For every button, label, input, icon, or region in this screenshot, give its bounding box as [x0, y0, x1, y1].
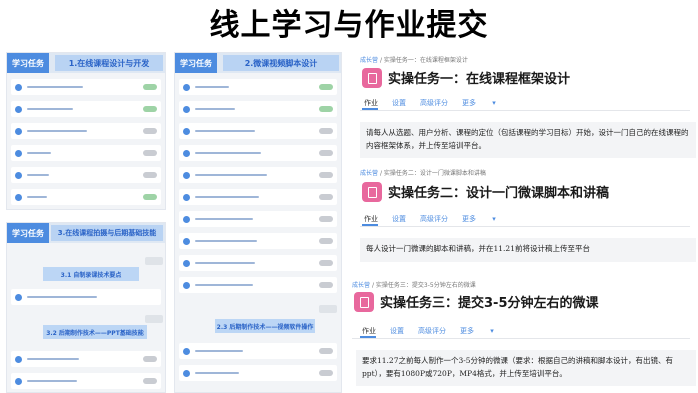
lesson-icon	[15, 293, 22, 301]
breadcrumb: 成长营 / 实操任务三：提交3-5分钟左右的微课	[352, 282, 476, 289]
section-subheading[interactable]: 3.1 自制录课技术要点	[43, 267, 139, 281]
lesson-icon	[15, 83, 22, 91]
breadcrumb-link[interactable]: 成长营	[360, 57, 378, 64]
breadcrumb: 成长营 / 实操任务二：设计一门微课脚本和讲稿	[360, 170, 486, 177]
list-item[interactable]	[11, 145, 161, 161]
course-panel-3: 学习任务 3.在线课程拍摄与后期基础技能 3.1 自制录课技术要点 3.2 后期…	[6, 222, 166, 393]
list-item[interactable]	[11, 123, 161, 139]
list-item[interactable]	[179, 79, 337, 95]
course-panel-1: 学习任务 1.在线课程设计与开发	[6, 52, 166, 210]
task-tabs: 作业 设置 高级评分 更多 ▾	[362, 326, 522, 336]
chevron-down-icon: ▾	[492, 215, 496, 223]
tab-settings[interactable]: 设置	[392, 98, 406, 108]
task-card-1: 成长营 / 实操任务一：在线课程框架设计 实操任务一：在线课程框架设计 作业 设…	[348, 50, 698, 162]
list-item[interactable]	[179, 189, 337, 205]
course-panel-2: 学习任务 2.微课视频脚本设计 2.3 后期制作技术——视频软件操作	[174, 52, 342, 393]
breadcrumb-link[interactable]: 成长营	[352, 282, 370, 289]
lesson-icon	[183, 105, 190, 113]
task-description: 要求11.27之前每人制作一个3-5分钟的微课（要求：根据自己的讲稿和脚本设计，…	[356, 350, 696, 386]
lesson-icon	[183, 149, 190, 157]
list-item[interactable]	[179, 211, 337, 227]
list-item[interactable]	[179, 277, 337, 293]
breadcrumb-link[interactable]: 成长营	[360, 170, 378, 177]
list-item[interactable]	[179, 101, 337, 117]
lesson-icon	[183, 127, 190, 135]
task-tabs: 作业 设置 高级评分 更多 ▾	[364, 214, 524, 224]
lesson-icon	[183, 215, 190, 223]
lesson-icon	[183, 281, 190, 289]
lesson-icon	[183, 193, 190, 201]
task-description: 每人设计一门微课的脚本和讲稿，并在11.21前将设计稿上传至平台	[360, 238, 696, 262]
learning-task-tag: 学习任务	[7, 53, 49, 73]
list-item[interactable]	[11, 373, 161, 389]
assignment-icon	[362, 68, 382, 88]
lesson-icon	[183, 171, 190, 179]
list-item[interactable]	[179, 343, 337, 359]
tab-more[interactable]: 更多 ▾	[460, 326, 508, 336]
lesson-icon	[183, 259, 190, 267]
chevron-down-icon: ▾	[492, 99, 496, 107]
lesson-icon	[15, 171, 22, 179]
tab-settings[interactable]: 设置	[390, 326, 404, 336]
task-card-2: 成长营 / 实操任务二：设计一门微课脚本和讲稿 实操任务二：设计一门微课脚本和讲…	[348, 166, 698, 270]
list-item[interactable]	[11, 79, 161, 95]
chevron-down-icon: ▾	[490, 327, 494, 335]
lesson-icon	[183, 83, 190, 91]
task-title: 实操任务三：提交3-5分钟左右的微课	[380, 296, 599, 311]
panel-header: 学习任务 1.在线课程设计与开发	[7, 53, 165, 73]
tab-homework[interactable]: 作业	[364, 214, 378, 224]
breadcrumb: 成长营 / 实操任务一：在线课程框架设计	[360, 57, 468, 64]
lesson-icon	[15, 355, 22, 363]
lesson-icon	[15, 193, 22, 201]
page-title: 线上学习与作业提交	[209, 8, 489, 43]
tab-homework[interactable]: 作业	[364, 98, 378, 108]
list-item[interactable]	[179, 145, 337, 161]
lesson-icon	[183, 347, 190, 355]
list-item[interactable]	[179, 167, 337, 183]
task-title: 实操任务二：设计一门微课脚本和讲稿	[388, 186, 610, 201]
lesson-icon	[15, 127, 22, 135]
lesson-icon	[183, 369, 190, 377]
tab-advanced-grading[interactable]: 高级评分	[420, 214, 448, 224]
module-title[interactable]: 3.在线课程拍摄与后期基础技能	[51, 225, 163, 241]
list-item[interactable]	[179, 233, 337, 249]
assignment-icon	[362, 182, 382, 202]
panel-header: 学习任务 3.在线课程拍摄与后期基础技能	[7, 223, 165, 243]
module-title[interactable]: 1.在线课程设计与开发	[55, 55, 163, 71]
list-item[interactable]	[179, 365, 337, 381]
list-item[interactable]	[11, 101, 161, 117]
lesson-icon	[15, 377, 22, 385]
tab-more[interactable]: 更多 ▾	[462, 214, 510, 224]
learning-task-tag: 学习任务	[7, 223, 49, 243]
task-card-3: 成长营 / 实操任务三：提交3-5分钟左右的微课 实操任务三：提交3-5分钟左右…	[342, 276, 698, 393]
task-title: 实操任务一：在线课程框架设计	[388, 72, 571, 87]
list-item[interactable]	[11, 351, 161, 367]
list-item[interactable]	[11, 189, 161, 205]
learning-task-tag: 学习任务	[175, 53, 217, 73]
list-item[interactable]	[11, 289, 161, 305]
lesson-icon	[183, 237, 190, 245]
lesson-icon	[15, 149, 22, 157]
lesson-icon	[15, 105, 22, 113]
tab-homework[interactable]: 作业	[362, 326, 376, 336]
list-item[interactable]	[179, 123, 337, 139]
tab-advanced-grading[interactable]: 高级评分	[418, 326, 446, 336]
panel-header: 学习任务 2.微课视频脚本设计	[175, 53, 341, 73]
module-title[interactable]: 2.微课视频脚本设计	[223, 55, 339, 71]
section-subheading[interactable]: 2.3 后期制作技术——视频软件操作	[215, 319, 315, 333]
section-subheading[interactable]: 3.2 后期制作技术——PPT基础技能	[43, 325, 147, 339]
tab-advanced-grading[interactable]: 高级评分	[420, 98, 448, 108]
assignment-icon	[354, 292, 374, 312]
list-item[interactable]	[179, 255, 337, 271]
list-item[interactable]	[11, 167, 161, 183]
task-description: 请每人从选题、用户分析、课程的定位（包括课程的学习目标）开始，设计一门自己的在线…	[360, 122, 696, 158]
tab-more[interactable]: 更多 ▾	[462, 98, 510, 108]
task-tabs: 作业 设置 高级评分 更多 ▾	[364, 98, 524, 108]
tab-settings[interactable]: 设置	[392, 214, 406, 224]
